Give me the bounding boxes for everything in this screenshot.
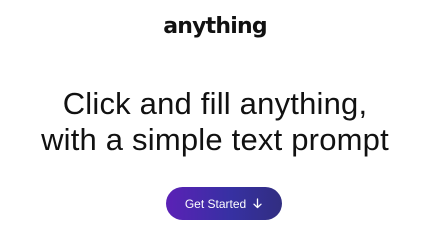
brand-logo: anything — [163, 14, 267, 39]
arrow-down-icon — [252, 198, 263, 209]
get-started-label: Get Started — [184, 196, 247, 211]
hero-headline: Click and fill anything, with a simple t… — [0, 86, 430, 158]
hero-headline-line-2: with a simple text prompt — [41, 122, 389, 157]
hero-headline-line-1: Click and fill anything, — [62, 86, 368, 121]
get-started-button[interactable]: Get Started — [166, 187, 282, 220]
